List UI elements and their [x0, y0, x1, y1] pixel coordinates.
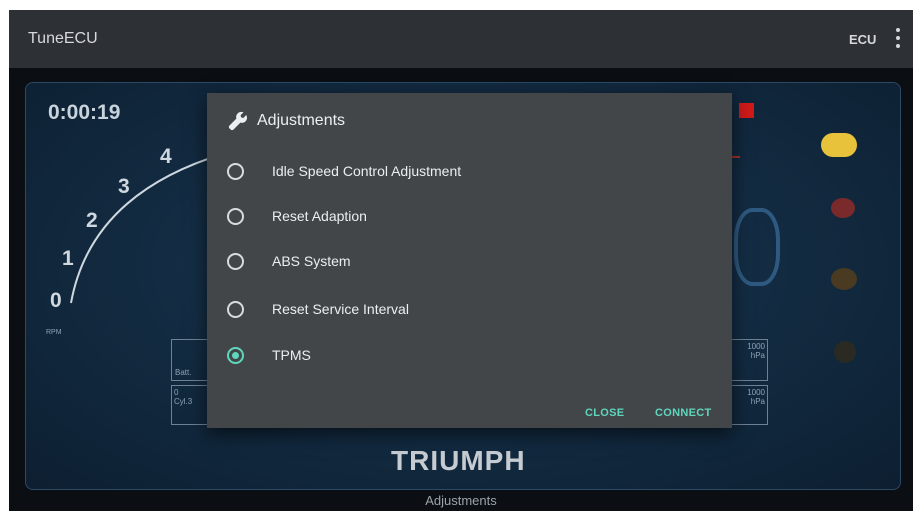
footer-label: Adjustments — [425, 493, 497, 508]
battery-label: Batt. — [175, 368, 192, 377]
cylinder-box: 0 Cyl.3 — [171, 385, 211, 425]
gear-indicator — [734, 208, 780, 286]
radio-button[interactable] — [227, 252, 244, 270]
warning-indicator — [739, 103, 754, 118]
radio-button-checked[interactable] — [227, 346, 244, 364]
fan-icon[interactable] — [831, 198, 855, 218]
ecu-button[interactable]: ECU — [849, 32, 876, 47]
pressure-value-1: 1000 — [747, 342, 765, 351]
rpm-tick-4: 4 — [160, 145, 172, 168]
elapsed-timer: 0:00:19 — [48, 101, 121, 124]
app-bar: TuneECU ECU — [9, 10, 913, 68]
radio-button[interactable] — [227, 207, 244, 225]
option-idle-speed[interactable]: Idle Speed Control Adjustment — [227, 151, 707, 191]
rpm-tick-2: 2 — [86, 209, 98, 232]
option-label: Reset Adaption — [272, 208, 367, 224]
option-label: TPMS — [272, 347, 311, 363]
settings-icon[interactable] — [834, 341, 856, 363]
option-reset-service-interval[interactable]: Reset Service Interval — [227, 289, 707, 329]
rpm-unit-label: RPM — [46, 329, 62, 336]
pressure-value-2: 1000 — [747, 388, 765, 397]
connect-button[interactable]: CONNECT — [655, 407, 712, 419]
dialog-title: Adjustments — [257, 112, 346, 129]
app-screen: TuneECU ECU 0:00:19 4 3 2 1 0 RPM Batt. … — [9, 10, 913, 511]
pressure-box-2: 1000 hPa — [726, 385, 768, 425]
pressure-box-1: 1000 hPa — [726, 339, 768, 381]
rpm-tick-0: 0 — [50, 289, 62, 312]
option-label: ABS System — [272, 253, 351, 269]
option-reset-adaption[interactable]: Reset Adaption — [227, 196, 707, 236]
option-abs-system[interactable]: ABS System — [227, 241, 707, 281]
radio-button[interactable] — [227, 300, 244, 318]
app-title: TuneECU — [28, 30, 98, 47]
engine-icon[interactable] — [821, 133, 857, 157]
option-label: Idle Speed Control Adjustment — [272, 163, 462, 179]
oil-icon[interactable] — [831, 268, 857, 290]
option-tpms[interactable]: TPMS — [227, 335, 707, 375]
dialog-header: Adjustments — [227, 110, 345, 132]
close-button[interactable]: CLOSE — [585, 407, 624, 419]
radio-button[interactable] — [227, 162, 244, 180]
adjustments-dialog: Adjustments Idle Speed Control Adjustmen… — [207, 93, 732, 428]
rpm-tick-1: 1 — [62, 247, 74, 270]
wrench-icon — [228, 111, 247, 131]
more-vert-icon[interactable] — [896, 28, 900, 48]
pressure-unit-2: hPa — [750, 397, 765, 406]
triumph-logo: TRIUMPH — [391, 445, 526, 476]
rpm-tick-3: 3 — [118, 175, 130, 198]
pressure-unit-1: hPa — [750, 351, 765, 360]
option-label: Reset Service Interval — [272, 301, 409, 317]
battery-box: Batt. — [171, 339, 211, 381]
